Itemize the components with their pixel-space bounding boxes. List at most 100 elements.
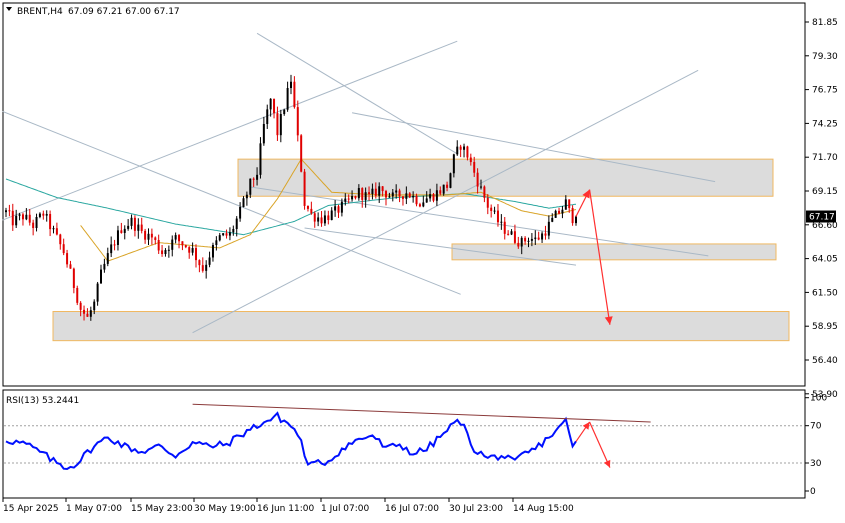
candle-body — [239, 206, 242, 219]
candle-body — [354, 196, 357, 199]
candle-body — [412, 195, 415, 198]
price-tick-label: 61.50 — [812, 288, 838, 298]
candle-body — [446, 184, 449, 188]
candle-body — [103, 263, 106, 270]
price-tick-label: 71.70 — [812, 153, 838, 163]
candle-body — [89, 310, 92, 317]
time-tick-label: 16 Jun 11:00 — [257, 504, 314, 514]
candle-body — [171, 239, 174, 250]
candle-body — [405, 193, 408, 199]
candle-body — [205, 264, 208, 271]
candle-body — [327, 215, 330, 221]
candle-body — [218, 235, 221, 241]
time-tick-label: 16 Jul 07:00 — [385, 504, 439, 514]
candle-body — [496, 210, 499, 223]
candle-body — [347, 198, 350, 200]
candle-body — [259, 143, 262, 175]
candle-body — [11, 210, 14, 226]
candle-body — [310, 208, 313, 214]
candle-body — [510, 231, 513, 235]
candle-body — [500, 221, 503, 223]
candle-body — [551, 217, 554, 222]
candle-body — [242, 198, 245, 207]
candle-body — [130, 217, 133, 226]
candle-body — [208, 257, 211, 265]
candle-body — [286, 88, 289, 110]
candle-body — [181, 241, 184, 246]
candle-body — [79, 302, 82, 310]
candle-body — [507, 233, 510, 235]
candle-body — [575, 216, 577, 224]
candle-body — [120, 230, 123, 233]
candle-body — [483, 186, 486, 198]
candle-body — [25, 214, 28, 220]
candle-body — [313, 213, 316, 222]
candle-body — [513, 231, 516, 243]
candle-body — [530, 238, 533, 241]
sr-zone[interactable] — [451, 243, 777, 261]
candle-body — [490, 207, 493, 212]
rsi-tick-label: 0 — [810, 487, 816, 497]
candle-body — [564, 199, 567, 210]
candle-body — [571, 208, 574, 224]
candle-body — [45, 214, 48, 216]
time-tick-label: 15 Apr 2025 — [3, 504, 59, 514]
candle-body — [144, 230, 147, 240]
candle-body — [140, 224, 143, 231]
chart-canvas[interactable]: 81.8579.3076.7574.2571.7069.1566.6064.05… — [0, 0, 845, 519]
candle-body — [198, 260, 201, 266]
candle-body — [113, 244, 116, 246]
candle-body — [524, 237, 527, 242]
candle-body — [391, 192, 394, 197]
candle-body — [456, 146, 459, 155]
candle-body — [188, 247, 191, 253]
candle-body — [256, 174, 259, 180]
candle-body — [449, 173, 452, 188]
candle-body — [164, 250, 167, 255]
candle-body — [418, 204, 421, 207]
candle-body — [249, 178, 252, 195]
candle-body — [5, 210, 7, 213]
candle-body — [211, 244, 214, 258]
candle-body — [49, 214, 52, 230]
candle-body — [32, 222, 35, 229]
time-axis: 15 Apr 2025 1 May 07:00 15 May 23:00 30 May… — [2, 498, 574, 514]
candle-body — [442, 184, 445, 194]
price-axis: 81.8579.3076.7574.2571.7069.1566.6064.05… — [805, 18, 838, 400]
candle-body — [21, 214, 24, 220]
candle-body — [337, 206, 340, 213]
candle-body — [361, 188, 364, 200]
candle-body — [459, 146, 462, 150]
candle-body — [351, 196, 354, 200]
sr-zone[interactable] — [52, 311, 790, 342]
trading-chart[interactable]: 81.85 79.30 76.75 74.25 71.70 69.15 66.60 64.05… — [0, 0, 845, 519]
candle-body — [469, 157, 472, 163]
candle-body — [398, 190, 401, 197]
candle-body — [178, 235, 181, 242]
candle-body — [150, 233, 153, 238]
candle-body — [55, 228, 58, 235]
candle-body — [364, 192, 367, 200]
candle-body — [96, 283, 99, 302]
time-tick-label: 30 May 19:00 — [194, 504, 256, 514]
candle-body — [306, 205, 309, 209]
candle-body — [52, 228, 55, 230]
time-tick-label: 14 Aug 15:00 — [513, 504, 574, 514]
candle-body — [476, 172, 479, 187]
candle-body — [157, 239, 160, 251]
candle-body — [35, 216, 38, 229]
candle-body — [368, 192, 371, 195]
candle-body — [100, 269, 102, 284]
candle-body — [541, 233, 544, 240]
candle-body — [106, 253, 109, 264]
candle-body — [334, 206, 337, 211]
candle-body — [503, 221, 506, 234]
candle-body — [116, 230, 119, 245]
candle-body — [252, 178, 255, 180]
candle-body — [76, 287, 79, 303]
candle-body — [123, 228, 126, 233]
candle-body — [340, 201, 343, 213]
candle-body — [422, 202, 425, 207]
candle-body — [429, 194, 432, 199]
candle-body — [195, 248, 197, 261]
